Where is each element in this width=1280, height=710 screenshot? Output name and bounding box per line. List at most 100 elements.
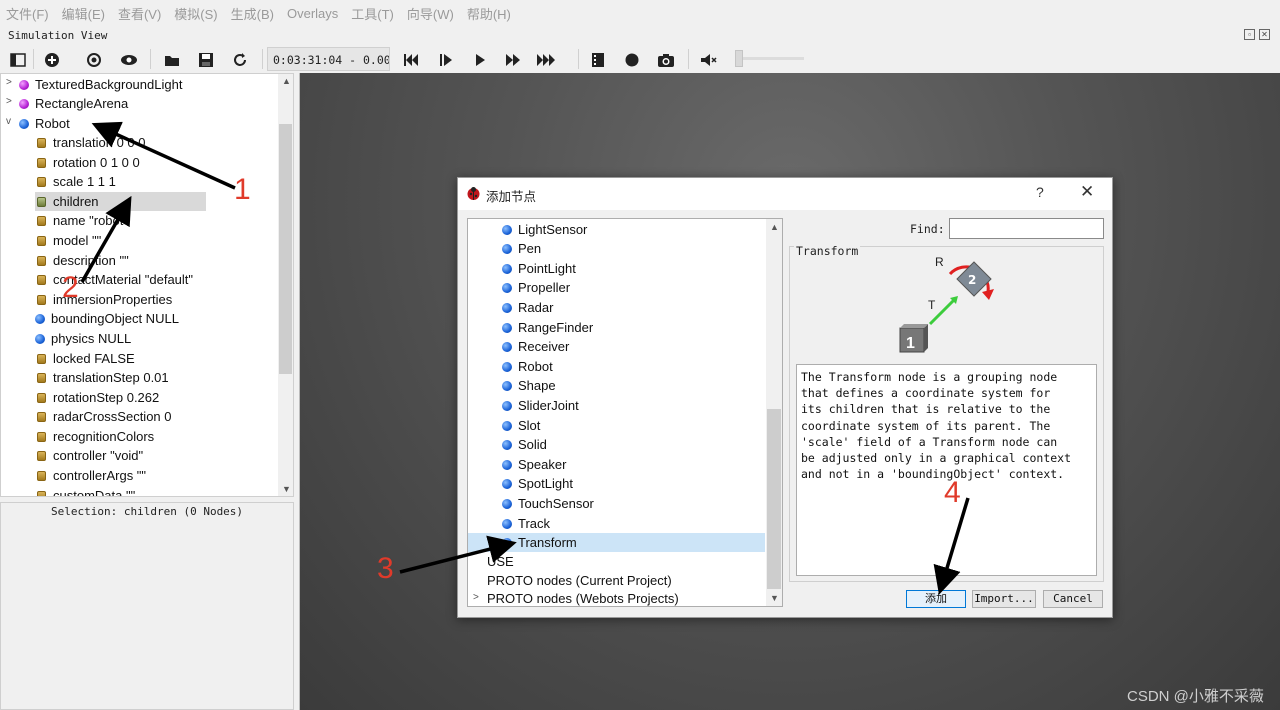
list-item[interactable]: Pen — [502, 239, 541, 258]
scroll-down-icon[interactable]: ▼ — [282, 484, 291, 494]
group-proto-current-project[interactable]: PROTO nodes (Current Project) — [487, 571, 672, 590]
menu-wizards[interactable]: 向导(W) — [407, 4, 454, 23]
fastest-icon[interactable] — [537, 50, 557, 70]
step-icon[interactable] — [436, 50, 456, 70]
group-proto-webots-projects[interactable]: PROTO nodes (Webots Projects) — [487, 589, 679, 606]
list-item[interactable]: Slot — [502, 416, 540, 435]
show-icon[interactable] — [119, 50, 139, 70]
field-children[interactable]: children — [35, 192, 206, 211]
field-locked[interactable]: locked FALSE — [37, 349, 135, 368]
expand-icon[interactable]: > — [6, 96, 12, 107]
tree-node-textured-background-light[interactable]: TexturedBackgroundLight — [19, 75, 182, 94]
float-window-icon[interactable]: ▫ — [1244, 29, 1255, 40]
field-rotation[interactable]: rotation 0 1 0 0 — [37, 153, 140, 172]
field-recognition-colors[interactable]: recognitionColors — [37, 427, 154, 446]
record-video-icon[interactable] — [588, 50, 608, 70]
field-icon — [37, 215, 46, 226]
menu-simulation[interactable]: 模拟(S) — [174, 4, 217, 23]
field-translation[interactable]: translation 0 0 0 — [37, 133, 146, 152]
field-name[interactable]: name "robot" — [37, 211, 128, 230]
field-icon — [37, 470, 46, 481]
screenshot-icon[interactable] — [656, 50, 676, 70]
menu-overlays[interactable]: Overlays — [287, 6, 338, 21]
field-controller[interactable]: controller "void" — [37, 446, 143, 465]
menu-help[interactable]: 帮助(H) — [467, 4, 511, 23]
reload-world-icon[interactable] — [230, 50, 250, 70]
list-item[interactable]: Robot — [502, 357, 553, 376]
field-icon — [37, 255, 46, 266]
field-bounding-object[interactable]: boundingObject NULL — [35, 309, 179, 328]
field-scale[interactable]: scale 1 1 1 — [37, 172, 116, 191]
cancel-button[interactable]: Cancel — [1043, 590, 1103, 608]
open-world-icon[interactable] — [162, 50, 182, 70]
list-item[interactable]: TouchSensor — [502, 494, 594, 513]
find-input[interactable] — [949, 218, 1104, 239]
list-item[interactable]: Speaker — [502, 455, 566, 474]
add-button[interactable]: 添加 — [906, 590, 966, 608]
field-model[interactable]: model "" — [37, 231, 101, 250]
list-item[interactable]: Radar — [502, 298, 553, 317]
fast-forward-icon[interactable] — [504, 50, 524, 70]
annotation-number-3: 3 — [377, 552, 394, 585]
scroll-up-icon[interactable]: ▲ — [282, 76, 291, 86]
node-list-scroll-thumb[interactable] — [767, 409, 781, 589]
menu-build[interactable]: 生成(B) — [231, 4, 274, 23]
list-item[interactable]: Track — [502, 514, 550, 533]
list-item-selected[interactable]: Transform — [468, 533, 765, 552]
group-use[interactable]: USE — [487, 552, 514, 571]
field-rotation-step[interactable]: rotationStep 0.262 — [37, 388, 159, 407]
expand-icon[interactable]: > — [6, 77, 12, 88]
field-radar-cross-section[interactable]: radarCrossSection 0 — [37, 407, 172, 426]
field-description[interactable]: description "" — [37, 251, 129, 270]
volume-slider-track[interactable] — [736, 57, 804, 60]
menu-view[interactable]: 查看(V) — [118, 4, 161, 23]
list-item[interactable]: SliderJoint — [502, 396, 579, 415]
close-icon[interactable]: ✕ — [1080, 182, 1094, 202]
list-item[interactable]: RangeFinder — [502, 318, 593, 337]
tree-node-robot[interactable]: Robot — [19, 114, 70, 133]
list-item[interactable]: Receiver — [502, 337, 569, 356]
list-item[interactable]: SpotLight — [502, 474, 573, 493]
list-item[interactable]: Solid — [502, 435, 547, 454]
expand-icon[interactable]: > — [473, 592, 479, 603]
list-item[interactable]: PointLight — [502, 259, 576, 278]
proto-node-icon — [19, 79, 29, 90]
list-item[interactable]: Shape — [502, 376, 556, 395]
menu-file[interactable]: 文件(F) — [6, 4, 49, 23]
scene-tree-scroll-thumb[interactable] — [279, 124, 292, 374]
field-immersion-properties[interactable]: immersionProperties — [37, 290, 172, 309]
menu-edit[interactable]: 编辑(E) — [62, 4, 105, 23]
volume-slider-handle[interactable] — [735, 50, 743, 67]
list-item[interactable]: LightSensor — [502, 220, 587, 239]
field-controller-args[interactable]: controllerArgs "" — [37, 466, 146, 485]
field-custom-data[interactable]: customData "" — [37, 486, 135, 496]
collapse-icon[interactable]: v — [6, 116, 11, 127]
play-icon[interactable] — [470, 50, 490, 70]
reset-node-icon[interactable] — [84, 50, 104, 70]
record-icon[interactable] — [622, 50, 642, 70]
tree-node-rectangle-arena[interactable]: RectangleArena — [19, 94, 128, 113]
node-1-label: 1 — [906, 335, 915, 352]
field-label: boundingObject NULL — [51, 311, 179, 326]
add-node-icon[interactable] — [42, 50, 62, 70]
reset-simulation-icon[interactable] — [401, 50, 421, 70]
list-item[interactable]: Propeller — [502, 278, 570, 297]
save-world-icon[interactable] — [196, 50, 216, 70]
menu-tools[interactable]: 工具(T) — [351, 4, 394, 23]
close-window-icon[interactable]: ✕ — [1259, 29, 1270, 40]
simulation-view-title: Simulation View — [8, 29, 108, 42]
mute-icon[interactable] — [699, 50, 719, 70]
scroll-down-icon[interactable]: ▼ — [770, 593, 779, 603]
node-icon — [502, 282, 512, 293]
scroll-up-icon[interactable]: ▲ — [770, 222, 779, 232]
field-physics[interactable]: physics NULL — [35, 329, 131, 348]
node-icon — [502, 420, 512, 431]
import-button[interactable]: Import... — [972, 590, 1036, 608]
field-icon — [37, 176, 46, 187]
field-contact-material[interactable]: contactMaterial "default" — [37, 270, 193, 289]
toggle-scene-tree-icon[interactable] — [8, 50, 28, 70]
field-translation-step[interactable]: translationStep 0.01 — [37, 368, 169, 387]
help-button[interactable]: ? — [1036, 184, 1044, 200]
node-icon — [19, 118, 29, 129]
field-icon — [37, 137, 46, 148]
